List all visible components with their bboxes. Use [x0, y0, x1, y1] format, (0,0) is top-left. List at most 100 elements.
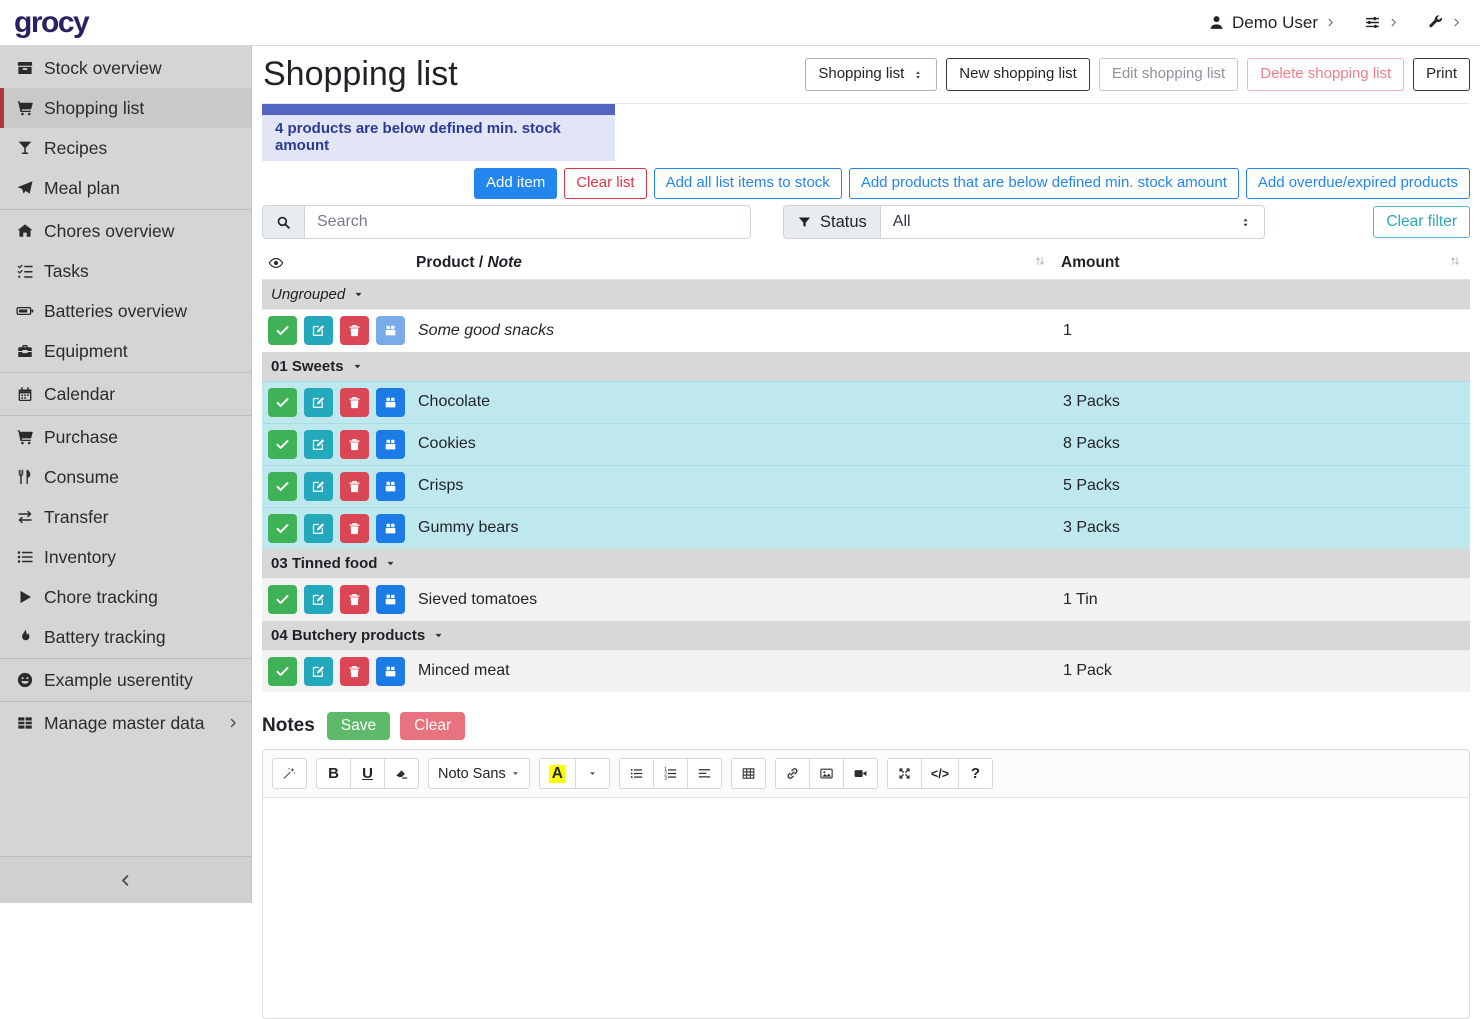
settings-menu[interactable] — [1364, 14, 1399, 31]
app-logo[interactable]: grocy — [14, 8, 88, 38]
sidebar-item-shopping-list[interactable]: Shopping list — [0, 88, 251, 128]
sidebar-item-calendar[interactable]: Calendar — [0, 374, 251, 414]
add-item-button[interactable]: Add item — [474, 168, 557, 199]
sidebar-item-stock-overview[interactable]: Stock overview — [0, 48, 251, 88]
edit-item-button[interactable] — [304, 585, 333, 614]
sidebar-item-battery-tracking[interactable]: Battery tracking — [0, 617, 251, 657]
sidebar-item-example-userentity[interactable]: Example userentity — [0, 660, 251, 700]
add-all-items-to-stock-button[interactable]: Add all list items to stock — [654, 168, 842, 199]
print-button[interactable]: Print — [1413, 58, 1470, 91]
notes-clear-button[interactable]: Clear — [400, 712, 465, 740]
toolbar-group: BU — [316, 758, 419, 789]
add-to-stock-button[interactable] — [376, 472, 405, 501]
sidebar-item-chores-overview[interactable]: Chores overview — [0, 211, 251, 251]
delete-item-button[interactable] — [340, 585, 369, 614]
font-family-button[interactable]: Noto Sans — [428, 758, 530, 789]
edit-item-button[interactable] — [304, 430, 333, 459]
item-amount: 1 — [1055, 310, 1470, 352]
help-button[interactable]: ? — [958, 758, 993, 789]
delete-item-button[interactable] — [340, 657, 369, 686]
sidebar-item-chore-tracking[interactable]: Chore tracking — [0, 577, 251, 617]
status-filter-select[interactable]: All — [880, 205, 1265, 239]
sidebar-item-equipment[interactable]: Equipment — [0, 331, 251, 371]
user-name: Demo User — [1232, 13, 1318, 33]
table-button[interactable] — [731, 758, 766, 789]
delete-item-button[interactable] — [340, 514, 369, 543]
edit-item-button[interactable] — [304, 657, 333, 686]
sidebar-item-tasks[interactable]: Tasks — [0, 251, 251, 291]
new-shopping-list-button[interactable]: New shopping list — [946, 58, 1090, 91]
clear-list-button[interactable]: Clear list — [564, 168, 646, 199]
mark-done-button[interactable] — [268, 472, 297, 501]
add-to-stock-button[interactable] — [376, 585, 405, 614]
add-to-stock-button[interactable] — [376, 657, 405, 686]
paragraph-button[interactable] — [687, 758, 722, 789]
mark-done-button[interactable] — [268, 316, 297, 345]
product-column-header[interactable]: Product / Note — [410, 248, 1055, 280]
delete-shopping-list-button[interactable]: Delete shopping list — [1247, 58, 1404, 91]
exchange-icon — [14, 508, 35, 526]
picture-button[interactable] — [809, 758, 844, 789]
edit-shopping-list-button[interactable]: Edit shopping list — [1099, 58, 1238, 91]
notes-editor-area[interactable] — [263, 798, 1469, 1018]
add-below-min-stock-button[interactable]: Add products that are below defined min.… — [849, 168, 1239, 199]
edit-item-button[interactable] — [304, 514, 333, 543]
sidebar-collapse-toggle[interactable] — [0, 856, 251, 903]
delete-item-button[interactable] — [340, 472, 369, 501]
sidebar-item-batteries-overview[interactable]: Batteries overview — [0, 291, 251, 331]
add-to-stock-button[interactable] — [376, 514, 405, 543]
codeview-button[interactable]: </> — [921, 758, 959, 789]
mark-done-button[interactable] — [268, 585, 297, 614]
add-to-stock-button[interactable] — [376, 316, 405, 345]
amount-column-header[interactable]: Amount — [1055, 248, 1470, 280]
delete-item-button[interactable] — [340, 388, 369, 417]
shopping-list-select[interactable]: Shopping list — [805, 58, 937, 91]
mark-done-button[interactable] — [268, 514, 297, 543]
sidebar-item-meal-plan[interactable]: Meal plan — [0, 168, 251, 208]
toolbar-group: 123 — [619, 758, 722, 789]
sidebar-item-transfer[interactable]: Transfer — [0, 497, 251, 537]
group-header-row-01-sweets[interactable]: 01 Sweets — [262, 352, 1470, 382]
sidebar-item-consume[interactable]: Consume — [0, 457, 251, 497]
group-header-row-03-tinned-food[interactable]: 03 Tinned food — [262, 549, 1470, 579]
search-input[interactable] — [304, 205, 751, 239]
notes-save-button[interactable]: Save — [327, 712, 390, 740]
add-to-stock-button[interactable] — [376, 388, 405, 417]
edit-item-button[interactable] — [304, 316, 333, 345]
user-menu[interactable]: Demo User — [1208, 13, 1336, 33]
unordered-list-button[interactable] — [619, 758, 654, 789]
underline-button[interactable]: U — [350, 758, 385, 789]
font-color-caret-button[interactable] — [575, 758, 610, 789]
mark-done-button[interactable] — [268, 657, 297, 686]
clear-format-button[interactable] — [384, 758, 419, 789]
below-min-stock-alert: 4 products are below defined min. stock … — [262, 104, 615, 161]
amount-header-text: Amount — [1061, 254, 1120, 271]
delete-item-button[interactable] — [340, 316, 369, 345]
sidebar-item-recipes[interactable]: Recipes — [0, 128, 251, 168]
sidebar-item-purchase[interactable]: Purchase — [0, 417, 251, 457]
delete-item-button[interactable] — [340, 430, 369, 459]
item-product-name: Gummy bears — [418, 519, 518, 536]
add-overdue-expired-button[interactable]: Add overdue/expired products — [1246, 168, 1470, 199]
video-button[interactable] — [843, 758, 878, 789]
mark-done-button[interactable] — [268, 388, 297, 417]
ordered-list-button[interactable]: 123 — [653, 758, 688, 789]
admin-menu[interactable] — [1427, 14, 1462, 31]
group-header-row-ungrouped[interactable]: Ungrouped — [262, 280, 1470, 310]
mark-done-button[interactable] — [268, 430, 297, 459]
clear-filter-button[interactable]: Clear filter — [1373, 206, 1470, 237]
fullscreen-button[interactable] — [887, 758, 922, 789]
edit-item-button[interactable] — [304, 388, 333, 417]
style-button[interactable] — [272, 758, 307, 789]
link-button[interactable] — [775, 758, 810, 789]
stockbox-icon — [383, 664, 398, 679]
edit-item-button[interactable] — [304, 472, 333, 501]
add-to-stock-button[interactable] — [376, 430, 405, 459]
picture-icon — [819, 766, 834, 781]
sidebar-item-inventory[interactable]: Inventory — [0, 537, 251, 577]
bold-button[interactable]: B — [316, 758, 351, 789]
group-header-row-04-butchery-products[interactable]: 04 Butchery products — [262, 621, 1470, 651]
font-color-button[interactable]: A — [539, 758, 576, 789]
sidebar-item-manage-master-data[interactable]: Manage master data — [0, 703, 251, 743]
item-product-name: Sieved tomatoes — [418, 591, 537, 608]
